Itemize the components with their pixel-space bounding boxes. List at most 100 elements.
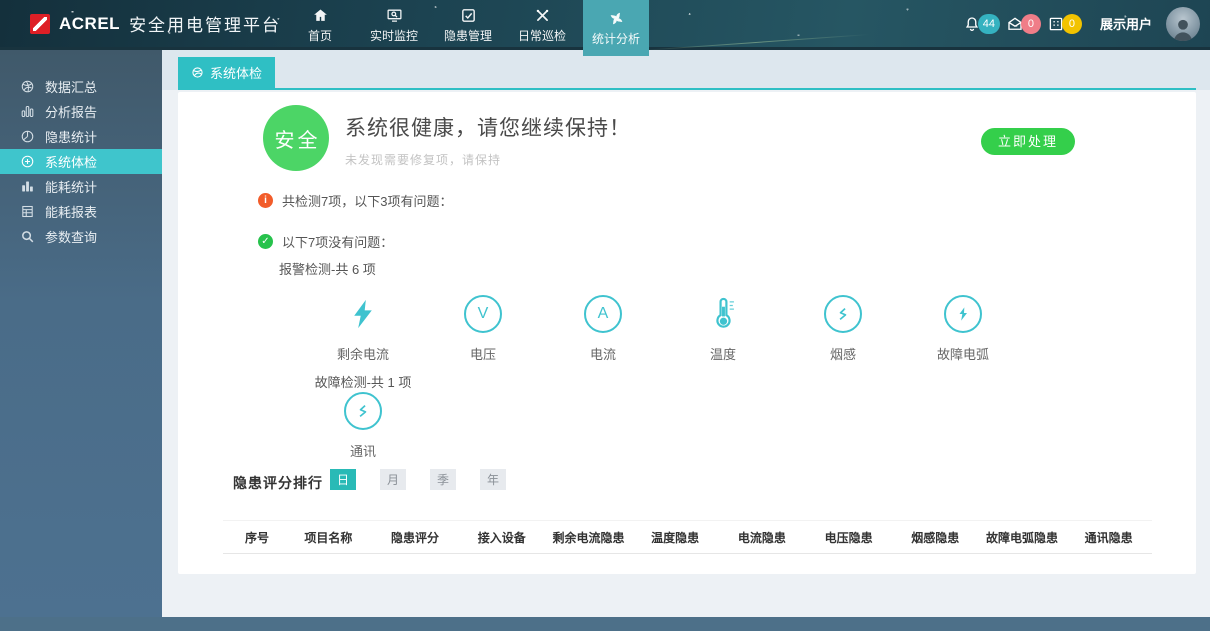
wheel-icon — [191, 66, 204, 79]
tools-icon — [534, 7, 551, 24]
lightning-icon — [346, 297, 380, 331]
sidebar-item-label: 能耗报表 — [45, 202, 97, 221]
check-items-row: 剩余电流 故障检测-共 1 项 V 电压 A 电流 温度 — [303, 292, 1023, 391]
todo-badge: 0 — [1062, 14, 1082, 34]
period-quarter-button[interactable]: 季 — [430, 469, 456, 490]
safety-status-badge: 安全 — [263, 105, 329, 171]
alarm-notifications[interactable]: 44 — [963, 14, 1000, 34]
bell-badge: 44 — [978, 14, 1000, 34]
sidebar-item-analysis-report[interactable]: 分析报告 — [0, 99, 162, 124]
sidebar-item-label: 能耗统计 — [45, 177, 97, 196]
issues-text: 共检测7项，以下3项有问题： — [282, 191, 452, 210]
acrel-logo-icon — [30, 14, 50, 34]
bottom-bar — [0, 617, 1210, 631]
sidebar-item-energy-statistics[interactable]: 能耗统计 — [0, 174, 162, 199]
pie-icon — [20, 129, 35, 144]
col-project-name: 项目名称 — [285, 529, 372, 546]
avatar[interactable] — [1166, 7, 1200, 41]
ok-summary-line: ✓ 以下7项没有问题： — [258, 232, 393, 251]
col-connected-devices: 接入设备 — [458, 529, 545, 546]
col-communication-hazard: 通讯隐患 — [1065, 529, 1152, 546]
sidebar-item-label: 系统体检 — [45, 152, 97, 171]
todo-notifications[interactable]: 0 — [1047, 14, 1082, 34]
col-voltage-hazard: 电压隐患 — [805, 529, 892, 546]
col-smoke-hazard: 烟感隐患 — [892, 529, 979, 546]
period-day-button[interactable]: 日 — [330, 469, 356, 490]
sidebar-item-hazard-statistics[interactable]: 隐患统计 — [0, 124, 162, 149]
monitor-icon — [386, 7, 403, 24]
nav-item-daily-inspection[interactable]: 日常巡检 — [509, 0, 575, 50]
search-icon — [20, 229, 35, 244]
sidebar-item-parameter-query[interactable]: 参数查询 — [0, 224, 162, 249]
tab-bar: 系统体检 — [162, 50, 1210, 90]
check-item-smoke: 烟感 — [783, 292, 903, 391]
analysis-icon — [608, 10, 625, 27]
health-check-icon — [20, 154, 35, 169]
current-icon: A — [584, 295, 622, 333]
top-header: ACREL 安全用电管理平台 首页 实时监控 隐患管理 日常巡检 统计分析 44 — [0, 0, 1210, 50]
alarm-group-line: 报警检测-共 6 项 — [279, 259, 376, 278]
health-headline: 系统很健康，请您继续保持！ — [345, 112, 631, 142]
checklist-icon — [460, 7, 477, 24]
check-item-voltage: V 电压 — [423, 292, 543, 391]
ranking-title: 隐患评分排行 — [233, 473, 323, 493]
sidebar-item-label: 数据汇总 — [45, 77, 97, 96]
period-year-button[interactable]: 年 — [480, 469, 506, 490]
report-icon — [20, 104, 35, 119]
user-name[interactable]: 展示用户 — [1100, 14, 1152, 33]
data-summary-icon — [20, 79, 35, 94]
period-month-button[interactable]: 月 — [380, 469, 406, 490]
check-item-current: A 电流 — [543, 292, 663, 391]
smoke-icon — [824, 295, 862, 333]
main-content: 系统体检 安全 系统很健康，请您继续保持！ 未发现需要修复项，请保持 立即处理 … — [162, 50, 1210, 617]
period-selector: 日 月 季 年 — [330, 469, 506, 490]
ok-text: 以下7项没有问题： — [282, 232, 393, 251]
col-current-hazard: 电流隐患 — [719, 529, 806, 546]
check-item-arc-fault: 故障电弧 — [903, 292, 1023, 391]
comm-icon — [344, 392, 382, 430]
col-index: 序号 — [223, 529, 285, 546]
handle-now-button[interactable]: 立即处理 — [981, 128, 1075, 155]
energy-report-icon — [20, 204, 35, 219]
sidebar-item-label: 分析报告 — [45, 102, 97, 121]
nav-item-realtime-monitor[interactable]: 实时监控 — [361, 0, 427, 50]
sidebar-item-system-check[interactable]: 系统体检 — [0, 149, 162, 174]
info-icon: i — [258, 193, 273, 208]
energy-stats-icon — [20, 179, 35, 194]
nav-item-hazard-management[interactable]: 隐患管理 — [435, 0, 501, 50]
check-items-row-2: 通讯 — [303, 389, 423, 460]
sidebar-item-label: 隐患统计 — [45, 127, 97, 146]
health-summary: 系统很健康，请您继续保持！ 未发现需要修复项，请保持 — [345, 112, 631, 168]
tab-system-check[interactable]: 系统体检 — [178, 57, 275, 88]
page-title: 安全用电管理平台 — [129, 11, 281, 36]
top-navigation: 首页 实时监控 隐患管理 日常巡检 统计分析 — [287, 0, 657, 47]
col-arc-fault-hazard: 故障电弧隐患 — [979, 529, 1066, 546]
brand: ACREL 安全用电管理平台 — [0, 0, 281, 47]
col-hazard-score: 隐患评分 — [372, 529, 459, 546]
check-item-residual-current: 剩余电流 故障检测-共 1 项 — [303, 292, 423, 391]
thermometer-icon — [708, 297, 738, 331]
health-subline: 未发现需要修复项，请保持 — [345, 151, 631, 168]
col-residual-current-hazard: 剩余电流隐患 — [545, 529, 632, 546]
sidebar-item-label: 参数查询 — [45, 227, 97, 246]
mail-notifications[interactable]: 0 — [1006, 14, 1041, 34]
home-icon — [312, 7, 329, 24]
voltage-icon: V — [464, 295, 502, 333]
nav-item-statistics-analysis[interactable]: 统计分析 — [583, 0, 649, 56]
mail-badge: 0 — [1021, 14, 1041, 34]
brand-name: ACREL — [59, 14, 120, 34]
check-item-temperature: 温度 — [663, 292, 783, 391]
person-icon — [1170, 15, 1196, 41]
arc-fault-icon — [944, 295, 982, 333]
sidebar-item-data-summary[interactable]: 数据汇总 — [0, 74, 162, 99]
nav-item-home[interactable]: 首页 — [287, 0, 353, 50]
check-item-communication: 通讯 — [303, 389, 423, 460]
tab-label: 系统体检 — [210, 63, 262, 82]
issues-summary-line: i 共检测7项，以下3项有问题： — [258, 191, 452, 210]
check-icon: ✓ — [258, 234, 273, 249]
sidebar-item-energy-report[interactable]: 能耗报表 — [0, 199, 162, 224]
header-right-cluster: 44 0 0 展示用户 — [963, 0, 1210, 47]
ranking-table-header: 序号 项目名称 隐患评分 接入设备 剩余电流隐患 温度隐患 电流隐患 电压隐患 … — [223, 520, 1152, 554]
col-temperature-hazard: 温度隐患 — [632, 529, 719, 546]
left-sidebar: 数据汇总 分析报告 隐患统计 系统体检 能耗统计 能耗报表 参数查询 — [0, 50, 162, 617]
